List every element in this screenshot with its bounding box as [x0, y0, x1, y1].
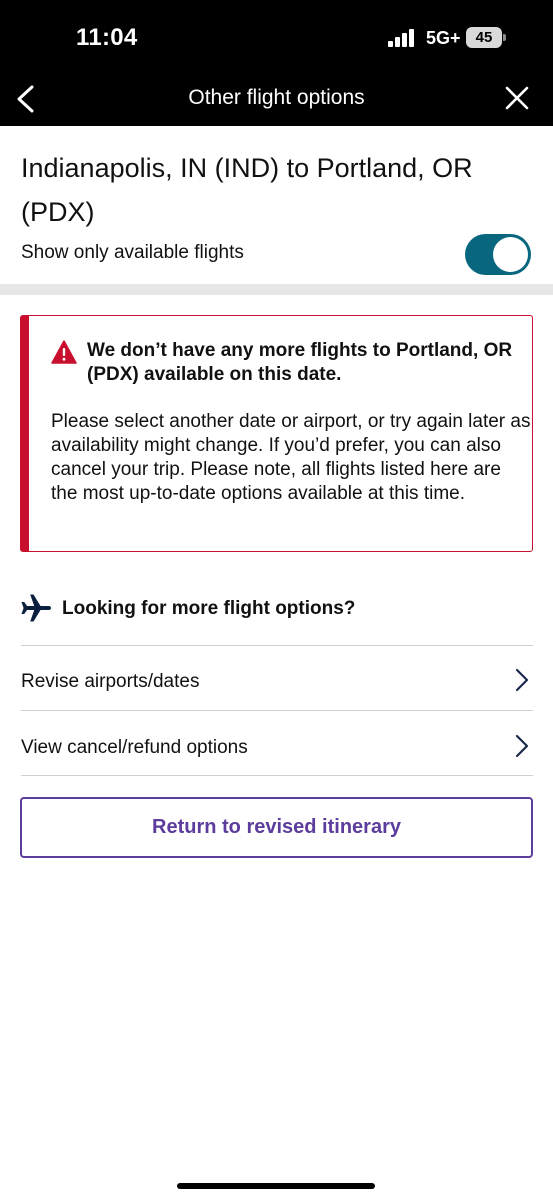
toggle-knob — [493, 237, 528, 272]
section-divider — [0, 284, 553, 295]
chevron-right-icon — [515, 734, 529, 758]
divider — [21, 710, 533, 711]
more-options-label: Looking for more flight options? — [62, 598, 356, 619]
option-label: Revise airports/dates — [21, 671, 200, 692]
signal-bars-icon — [388, 29, 414, 47]
alert-heading: We don’t have any more flights to Portla… — [87, 340, 513, 385]
close-icon[interactable] — [504, 85, 530, 111]
status-bar: 11:04 5G+ 45 — [0, 0, 553, 72]
status-time: 11:04 — [76, 24, 138, 51]
route-title: Indianapolis, IN (IND) to Portland, OR (… — [21, 153, 473, 227]
airplane-icon — [21, 594, 51, 622]
available-flights-toggle[interactable] — [465, 234, 531, 275]
more-options-heading: Looking for more flight options? — [20, 590, 533, 630]
page-title: Other flight options — [188, 86, 365, 109]
divider — [21, 645, 533, 646]
nav-header: Other flight options — [0, 72, 553, 126]
screen: 11:04 5G+ 45 Other flight options Indian… — [0, 0, 553, 1200]
alert-body: Please select another date or airport, o… — [51, 411, 531, 504]
chevron-right-icon — [515, 668, 529, 692]
battery-cap — [503, 34, 506, 41]
warning-triangle-icon — [51, 340, 77, 364]
revise-airports-dates-row[interactable]: Revise airports/dates — [21, 650, 533, 714]
battery-level: 45 — [466, 27, 502, 48]
network-label: 5G+ — [426, 28, 461, 48]
view-cancel-refund-row[interactable]: View cancel/refund options — [21, 716, 533, 780]
home-indicator — [177, 1183, 375, 1189]
option-label: View cancel/refund options — [21, 737, 248, 758]
available-flights-label: Show only available flights — [21, 242, 244, 263]
return-to-itinerary-button[interactable]: Return to revised itinerary — [20, 797, 533, 858]
no-flights-alert: We don’t have any more flights to Portla… — [20, 315, 533, 552]
battery-icon: 45 — [466, 27, 506, 48]
divider — [21, 775, 533, 776]
